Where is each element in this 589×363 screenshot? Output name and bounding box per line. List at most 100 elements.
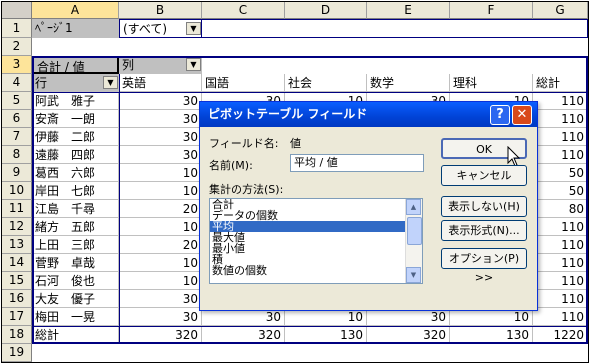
grand-total-cell: 320 (202, 326, 285, 344)
total-cell: 110 (533, 128, 588, 146)
row-header-14[interactable]: 14 (2, 254, 32, 272)
total-cell: 80 (533, 200, 588, 218)
column-header-c[interactable]: C (202, 2, 285, 19)
row-item-name: 緒方 五郎 (32, 218, 119, 236)
col-item-math: 数学 (367, 74, 450, 92)
column-header-b[interactable]: B (119, 2, 202, 19)
value-cell: 10 (119, 272, 202, 290)
row-header-9[interactable]: 9 (2, 164, 32, 182)
number-format-button[interactable]: 表示形式(N)... (441, 220, 527, 241)
row-header-13[interactable]: 13 (2, 236, 32, 254)
row-header-7[interactable]: 7 (2, 128, 32, 146)
row-header-6[interactable]: 6 (2, 110, 32, 128)
col-item-english: 英語 (119, 74, 202, 92)
row-header-19[interactable]: 19 (2, 344, 32, 362)
row-header-3[interactable]: 3 (2, 56, 32, 74)
row-header-11[interactable]: 11 (2, 200, 32, 218)
list-item[interactable]: 数値の個数 (210, 265, 422, 276)
column-header-g[interactable]: G (533, 2, 588, 19)
row-header-15[interactable]: 15 (2, 272, 32, 290)
row-item-name: 石河 俊也 (32, 272, 119, 290)
column-field-dropdown-icon[interactable]: ▼ (186, 58, 201, 71)
row-field-dropdown-icon[interactable]: ▼ (103, 76, 118, 89)
scroll-thumb[interactable] (407, 217, 422, 245)
options-button[interactable]: オプション(P) >> (441, 248, 527, 284)
grand-total-cell: 130 (285, 326, 367, 344)
grand-total-cell: 130 (450, 326, 533, 344)
summary-method-label: 集計の方法(S): (209, 183, 284, 196)
page-field-dropdown-icon[interactable]: ▼ (186, 22, 201, 35)
total-cell: 110 (533, 146, 588, 164)
row-header-1[interactable]: 1 (2, 19, 32, 38)
col-item-japanese: 国語 (202, 74, 285, 92)
total-cell: 110 (533, 236, 588, 254)
row-header-8[interactable]: 8 (2, 146, 32, 164)
total-cell: 110 (533, 110, 588, 128)
row-header-12[interactable]: 12 (2, 218, 32, 236)
field-name-value: 値 (290, 137, 301, 150)
column-header-d[interactable]: D (285, 2, 367, 19)
field-name-label: フィールド名: (209, 137, 279, 150)
pivot-divider (119, 74, 120, 344)
dialog-title[interactable]: ピボットテーブル フィールド (200, 102, 537, 127)
value-cell: 20 (119, 236, 202, 254)
value-cell: 10 (119, 164, 202, 182)
scroll-down-icon[interactable]: ▼ (406, 267, 421, 283)
column-header-a[interactable]: A (32, 2, 119, 19)
row-item-name: 伊藤 二郎 (32, 128, 119, 146)
row-item-name: 安斎 一朗 (32, 110, 119, 128)
row-item-name: 菅野 卓哉 (32, 254, 119, 272)
row-item-name: 葛西 六郎 (32, 164, 119, 182)
row-header-16[interactable]: 16 (2, 290, 32, 308)
name-input[interactable]: 平均 / 値 (290, 154, 424, 172)
row-item-name: 遠藤 四郎 (32, 146, 119, 164)
row-header-4[interactable]: 4 (2, 74, 32, 92)
name-label: 名前(M): (209, 159, 253, 172)
row-item-name: 江島 千尋 (32, 200, 119, 218)
row-header-18[interactable]: 18 (2, 326, 32, 344)
pivot-divider (32, 326, 588, 327)
grand-total-cell: 1220 (533, 326, 588, 344)
summary-method-list[interactable]: 合計 データの個数 平均 最大値 最小値 積 数値の個数 ▲ ▼ (209, 198, 423, 284)
value-cell: 30 (119, 92, 202, 110)
total-cell: 110 (533, 218, 588, 236)
grand-total-cell: 320 (119, 326, 202, 344)
col-item-social: 社会 (285, 74, 367, 92)
page-field-label: ﾍﾟｰｼﾞ1 (32, 19, 119, 38)
col-item-science: 理科 (450, 74, 533, 92)
row-header-5[interactable]: 5 (2, 92, 32, 110)
help-icon[interactable]: ? (490, 105, 510, 125)
column-header-f[interactable]: F (450, 2, 533, 19)
close-icon[interactable]: ✕ (512, 105, 532, 125)
page-field-area (202, 19, 588, 38)
row-header-10[interactable]: 10 (2, 182, 32, 200)
list-scrollbar[interactable]: ▲ ▼ (405, 199, 422, 283)
hide-button[interactable]: 表示しない(H) (441, 196, 527, 217)
col-item-total: 総計 (533, 74, 588, 92)
total-cell: 110 (533, 290, 588, 308)
total-cell: 50 (533, 164, 588, 182)
row-header-2[interactable]: 2 (2, 38, 32, 56)
scroll-up-icon[interactable]: ▲ (406, 199, 421, 215)
row-item-name: 梅田 一晃 (32, 308, 119, 326)
pivot-field-dialog: ピボットテーブル フィールド ? ✕ フィールド名: 値 名前(M): 平均 /… (199, 101, 538, 311)
cancel-button[interactable]: キャンセル (441, 165, 527, 186)
value-cell: 20 (119, 200, 202, 218)
row-item-name: 阿武 雅子 (32, 92, 119, 110)
row-item-name: 上田 三郎 (32, 236, 119, 254)
list-item[interactable]: データの個数 (210, 210, 422, 221)
total-cell: 110 (533, 272, 588, 290)
pivot-divider (32, 92, 588, 93)
data-field-header[interactable]: 合計 / 値 (32, 56, 119, 74)
column-area (202, 56, 588, 74)
total-cell: 110 (533, 308, 588, 326)
grand-total-cell: 320 (367, 326, 450, 344)
row-header-17[interactable]: 17 (2, 308, 32, 326)
value-cell: 30 (119, 308, 202, 326)
value-cell: 30 (119, 290, 202, 308)
list-item[interactable]: 最小値 (210, 243, 422, 254)
column-header-e[interactable]: E (367, 2, 450, 19)
value-cell: 30 (119, 146, 202, 164)
value-cell: 30 (119, 128, 202, 146)
select-all-corner[interactable] (2, 2, 32, 19)
